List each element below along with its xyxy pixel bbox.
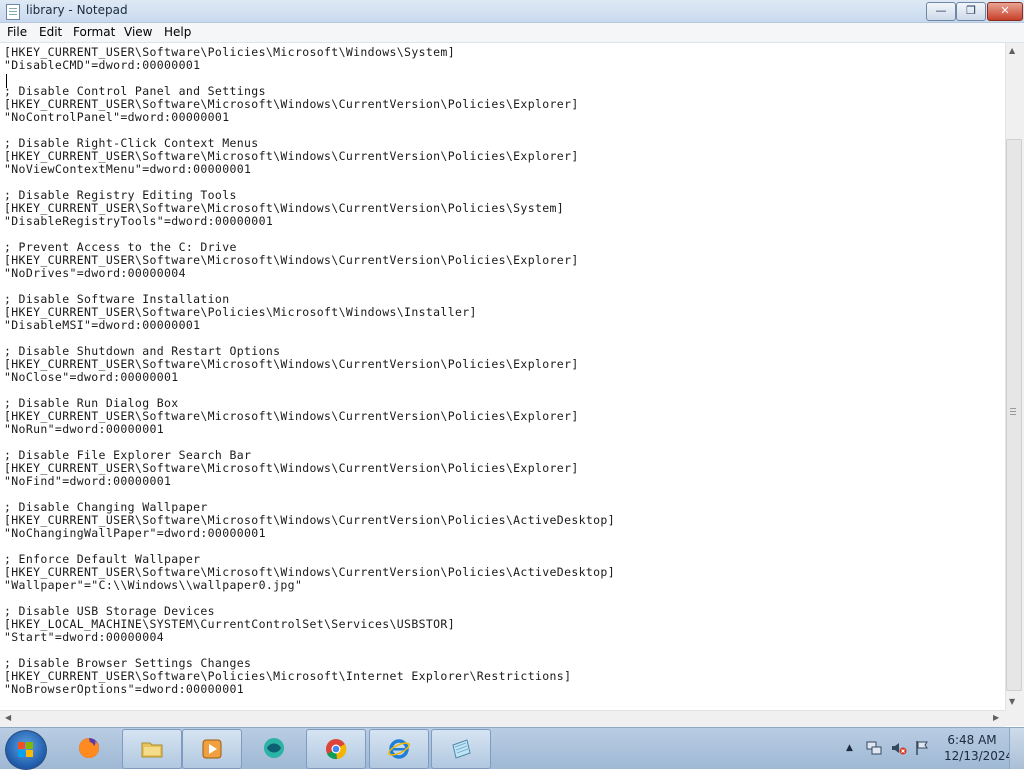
text-line: "NoViewContextMenu"=dword:00000001 xyxy=(4,162,252,176)
media-player-icon xyxy=(202,739,222,759)
firefox-icon xyxy=(79,738,99,758)
text-line: "Start"=dword:00000004 xyxy=(4,630,165,644)
menu-bar: File Edit Format View Help xyxy=(0,23,1024,43)
taskbar-internet-explorer[interactable] xyxy=(369,729,429,769)
volume-muted-icon[interactable] xyxy=(891,740,907,756)
menu-edit[interactable]: Edit xyxy=(39,25,62,39)
text-line: "Wallpaper"="C:\\Windows\\wallpaper0.jpg… xyxy=(4,578,303,592)
window-title: library - Notepad xyxy=(26,3,128,17)
maximize-button[interactable]: ❐ xyxy=(956,2,986,21)
taskbar-chrome[interactable] xyxy=(306,729,366,769)
globe-app-icon xyxy=(264,738,284,758)
text-line: "NoChangingWallPaper"=dword:00000001 xyxy=(4,526,266,540)
menu-format[interactable]: Format xyxy=(73,25,115,39)
windows-logo-icon xyxy=(18,742,34,758)
scroll-left-arrow[interactable]: ◀ xyxy=(5,713,11,722)
text-editor[interactable]: [HKEY_CURRENT_USER\Software\Policies\Mic… xyxy=(0,43,1005,710)
scroll-grip-icon xyxy=(1010,408,1016,417)
text-line: "NoRun"=dword:00000001 xyxy=(4,422,165,436)
text-line: "NoDrives"=dword:00000004 xyxy=(4,266,186,280)
ie-icon xyxy=(388,739,410,759)
action-center-flag-icon[interactable] xyxy=(914,740,930,756)
folder-icon xyxy=(141,742,163,758)
clock-time: 6:48 AM xyxy=(947,733,997,747)
scroll-down-arrow[interactable]: ▼ xyxy=(1009,697,1015,706)
taskbar-app-4[interactable] xyxy=(245,729,303,767)
text-caret xyxy=(6,74,7,88)
text-line: "DisableMSI"=dword:00000001 xyxy=(4,318,201,332)
scroll-right-arrow[interactable]: ▶ xyxy=(993,713,999,722)
network-icon[interactable] xyxy=(866,740,882,756)
chrome-icon xyxy=(326,739,347,760)
taskbar-media-player[interactable] xyxy=(182,729,242,769)
notepad-icon xyxy=(6,4,20,20)
menu-view[interactable]: View xyxy=(124,25,152,39)
clock-date: 12/13/2024 xyxy=(944,749,1014,763)
system-clock[interactable]: 6:48 AM 12/13/2024 xyxy=(944,732,1014,764)
scroll-up-arrow[interactable]: ▲ xyxy=(1009,46,1015,55)
start-button[interactable] xyxy=(5,730,47,770)
notepad-icon xyxy=(452,739,471,759)
text-line: "DisableCMD"=dword:00000001 xyxy=(4,58,201,72)
taskbar: ▲ 6:48 AM 12/13/2024 xyxy=(0,727,1024,770)
taskbar-file-explorer[interactable] xyxy=(122,729,182,769)
horizontal-scrollbar[interactable] xyxy=(0,710,1005,727)
show-desktop-button[interactable] xyxy=(1009,728,1024,769)
close-button[interactable]: ✕ xyxy=(987,2,1023,21)
minimize-button[interactable]: — xyxy=(926,2,956,21)
menu-help[interactable]: Help xyxy=(164,25,191,39)
text-line: "NoControlPanel"=dword:00000001 xyxy=(4,110,230,124)
text-line: "NoBrowserOptions"=dword:00000001 xyxy=(4,682,245,696)
taskbar-firefox[interactable] xyxy=(60,729,118,767)
title-bar[interactable]: library - Notepad — ❐ ✕ xyxy=(0,0,1024,23)
menu-file[interactable]: File xyxy=(7,25,27,39)
taskbar-notepad[interactable] xyxy=(431,729,491,769)
text-line: "NoClose"=dword:00000001 xyxy=(4,370,179,384)
text-line: "NoFind"=dword:00000001 xyxy=(4,474,172,488)
scrollbar-corner xyxy=(1005,710,1024,726)
show-hidden-icons-button[interactable]: ▲ xyxy=(846,743,853,753)
text-line: "DisableRegistryTools"=dword:00000001 xyxy=(4,214,274,228)
